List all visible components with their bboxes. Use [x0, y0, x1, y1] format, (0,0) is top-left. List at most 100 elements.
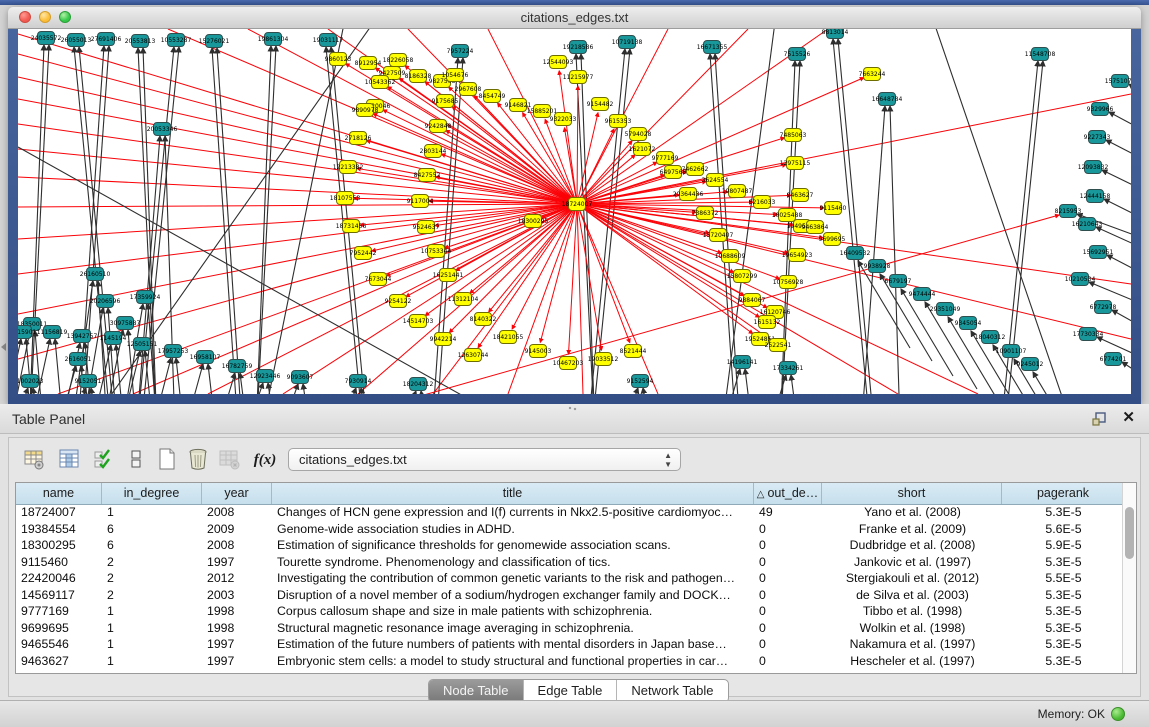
- table-row[interactable]: 2242004622012Investigating the contribut…: [16, 570, 1122, 587]
- citation-edge-black[interactable]: [791, 375, 802, 394]
- citation-edge-red[interactable]: [373, 114, 577, 204]
- citation-edge-black[interactable]: [833, 39, 873, 394]
- table-row[interactable]: 1938455462009Genome-wide association stu…: [16, 521, 1122, 538]
- citation-edge-black[interactable]: [209, 373, 235, 394]
- vertical-scrollbar[interactable]: [1122, 483, 1136, 673]
- cell-out_de[interactable]: 0: [754, 603, 822, 620]
- citation-edge-black[interactable]: [1106, 140, 1131, 177]
- citation-edge-red[interactable]: [18, 204, 577, 274]
- cell-year[interactable]: 2009: [202, 521, 272, 538]
- cell-in_degree[interactable]: 2: [102, 554, 202, 571]
- citation-edge-black[interactable]: [1112, 310, 1131, 347]
- cell-name[interactable]: 22420046: [16, 570, 102, 587]
- citation-edge-red[interactable]: [577, 94, 1131, 204]
- panel-collapse-arrow-icon[interactable]: [1, 343, 6, 351]
- function-builder-icon[interactable]: f(x): [252, 447, 278, 473]
- cell-title[interactable]: Embryonic stem cells: a model to study s…: [272, 653, 754, 670]
- cell-out_de[interactable]: 49: [754, 504, 822, 521]
- cell-name[interactable]: 9465546: [16, 636, 102, 653]
- cell-title[interactable]: Corpus callosum shape and size in male p…: [272, 603, 754, 620]
- cell-title[interactable]: Disruption of a novel member of a sodium…: [272, 587, 754, 604]
- citation-edge-black[interactable]: [390, 391, 416, 394]
- cell-year[interactable]: 2012: [202, 570, 272, 587]
- cell-in_degree[interactable]: 6: [102, 521, 202, 538]
- cell-short[interactable]: Tibbo et al. (1998): [822, 603, 1002, 620]
- citation-edge-red[interactable]: [18, 204, 577, 239]
- table-row[interactable]: 946554611997Estimation of the future num…: [16, 636, 1122, 653]
- cell-year[interactable]: 1997: [202, 653, 272, 670]
- cell-out_de[interactable]: 0: [754, 570, 822, 587]
- cell-year[interactable]: 1997: [202, 636, 272, 653]
- cell-title[interactable]: Changes of HCN gene expression and I(f) …: [272, 504, 754, 521]
- cell-pagerank[interactable]: 5.3E-5: [1002, 554, 1122, 571]
- citation-edge-black[interactable]: [1129, 84, 1131, 121]
- cell-in_degree[interactable]: 2: [102, 587, 202, 604]
- citation-edge-black[interactable]: [134, 136, 160, 394]
- table-selector-dropdown[interactable]: citations_edges.txt ▲▼: [288, 448, 681, 471]
- cell-title[interactable]: Estimation of significance thresholds fo…: [272, 537, 754, 554]
- cell-name[interactable]: 9115460: [16, 554, 102, 571]
- cell-title[interactable]: Estimation of the future numbers of pati…: [272, 636, 754, 653]
- delete-column-icon[interactable]: [185, 447, 211, 473]
- citation-edge-black[interactable]: [1122, 362, 1131, 394]
- column-header-title[interactable]: title: [272, 483, 754, 504]
- cell-out_de[interactable]: 0: [754, 620, 822, 637]
- cell-out_de[interactable]: 0: [754, 636, 822, 653]
- close-panel-icon[interactable]: ✕: [1122, 409, 1135, 427]
- table-row[interactable]: 977716911998Corpus callosum shape and si…: [16, 603, 1122, 620]
- cell-year[interactable]: 1997: [202, 554, 272, 571]
- cell-out_de[interactable]: 0: [754, 521, 822, 538]
- cell-pagerank[interactable]: 5.3E-5: [1002, 653, 1122, 670]
- cell-name[interactable]: 18300295: [16, 537, 102, 554]
- cell-pagerank[interactable]: 5.3E-5: [1002, 587, 1122, 604]
- citation-edge-black[interactable]: [838, 39, 877, 394]
- citation-edge-black[interactable]: [643, 388, 654, 394]
- citation-edge-black[interactable]: [745, 369, 756, 394]
- column-header-short[interactable]: short: [822, 483, 1002, 504]
- column-header-in_degree[interactable]: in_degree: [102, 483, 202, 504]
- citation-edge-red[interactable]: [577, 86, 578, 204]
- citation-edge-black[interactable]: [268, 383, 279, 394]
- cell-out_de[interactable]: 0: [754, 653, 822, 670]
- cell-out_de[interactable]: 0: [754, 554, 822, 571]
- citation-edge-black[interactable]: [255, 46, 276, 394]
- tab-edge-table[interactable]: Edge Table: [524, 680, 618, 702]
- splitter-grip[interactable]: [568, 406, 578, 411]
- cell-title[interactable]: Tourette syndrome. Phenomenology and cla…: [272, 554, 754, 571]
- cell-short[interactable]: Stergiakouli et al. (2012): [822, 570, 1002, 587]
- table-mode-icon[interactable]: [21, 447, 47, 473]
- cell-in_degree[interactable]: 6: [102, 537, 202, 554]
- cell-pagerank[interactable]: 5.3E-5: [1002, 603, 1122, 620]
- table-row[interactable]: 1456911722003Disruption of a novel membe…: [16, 587, 1122, 604]
- citation-edge-black[interactable]: [28, 45, 49, 394]
- cell-in_degree[interactable]: 1: [102, 653, 202, 670]
- show-columns-icon[interactable]: [56, 447, 82, 473]
- cell-in_degree[interactable]: 1: [102, 504, 202, 521]
- cell-short[interactable]: Nakamura et al. (1997): [822, 636, 1002, 653]
- table-row[interactable]: 1830029562008Estimation of significance …: [16, 537, 1122, 554]
- cell-pagerank[interactable]: 5.3E-5: [1002, 636, 1122, 653]
- citation-edge-black[interactable]: [255, 46, 271, 394]
- citation-edge-black[interactable]: [1033, 372, 1085, 394]
- cell-year[interactable]: 1998: [202, 620, 272, 637]
- cell-short[interactable]: de Silva et al. (2003): [822, 587, 1002, 604]
- citation-edge-black[interactable]: [1102, 170, 1131, 207]
- citation-edge-black[interactable]: [50, 366, 76, 394]
- citation-edge-black[interactable]: [18, 388, 28, 394]
- citation-edge-black[interactable]: [330, 388, 356, 394]
- cell-name[interactable]: 9699695: [16, 620, 102, 637]
- cell-title[interactable]: Investigating the contribution of common…: [272, 570, 754, 587]
- column-header-name[interactable]: name: [16, 483, 102, 504]
- cell-short[interactable]: Hescheler et al. (1997): [822, 653, 1002, 670]
- citation-edge-red[interactable]: [18, 204, 577, 207]
- new-column-icon[interactable]: [154, 447, 180, 473]
- cell-pagerank[interactable]: 5.5E-5: [1002, 570, 1122, 587]
- cell-pagerank[interactable]: 5.6E-5: [1002, 521, 1122, 538]
- cell-in_degree[interactable]: 1: [102, 620, 202, 637]
- float-panel-icon[interactable]: [1091, 410, 1107, 426]
- citation-edge-red[interactable]: [577, 129, 614, 204]
- cell-name[interactable]: 9777169: [16, 603, 102, 620]
- tab-node-table[interactable]: Node Table: [429, 680, 524, 702]
- cell-in_degree[interactable]: 1: [102, 636, 202, 653]
- cell-pagerank[interactable]: 5.3E-5: [1002, 620, 1122, 637]
